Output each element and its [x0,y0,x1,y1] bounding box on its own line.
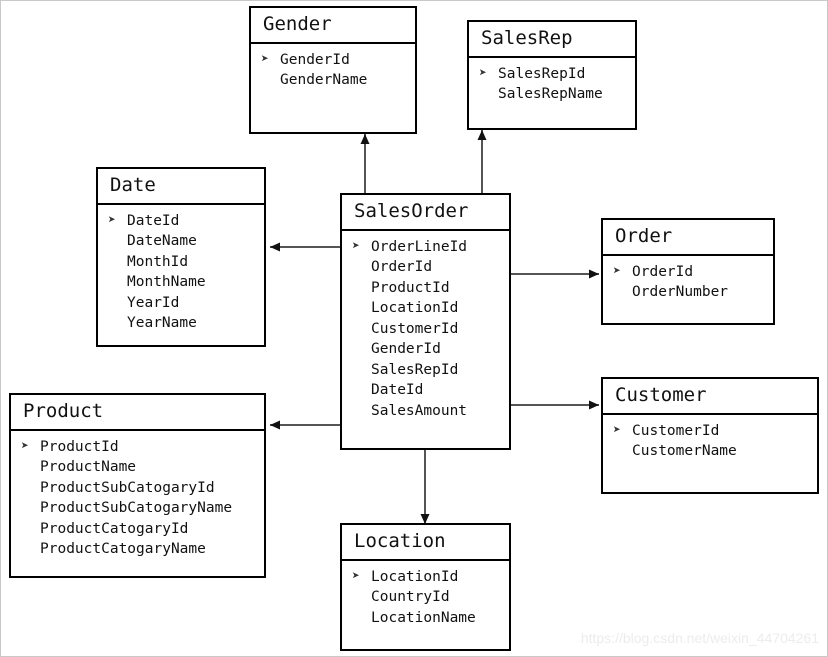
field-label: OrderId [632,263,694,280]
field-row: GenderName [261,70,415,91]
entity-product[interactable]: Product ➤ ProductId ProductName ProductS… [9,393,266,578]
entity-customer[interactable]: Customer ➤ CustomerId CustomerName [601,377,819,494]
primary-key-icon: ➤ [479,65,487,81]
field-label: LocationName [371,609,476,626]
entity-date-fields: ➤ DateId DateName MonthId MonthName Year… [98,205,264,340]
entity-salesrep[interactable]: SalesRep ➤ SalesRepId SalesRepName [467,20,637,130]
field-row: ➤ SalesRepId [479,64,635,85]
field-row: SalesRepName [479,84,635,105]
entity-date[interactable]: Date ➤ DateId DateName MonthId MonthName… [96,167,266,347]
erd-diagram-canvas: Gender ➤ GenderId GenderName SalesRep ➤ … [0,0,828,657]
field-row: ➤ OrderId [613,262,773,283]
field-label: SalesRepId [371,361,459,378]
entity-date-title: Date [98,169,264,205]
field-label: DateName [127,233,197,250]
watermark-text: https://blog.csdn.net/weixin_44704261 [580,630,819,646]
field-row: ➤ DateId [108,211,264,232]
field-label: OrderId [371,259,433,276]
entity-order-title: Order [603,220,773,256]
primary-key-icon: ➤ [352,568,360,584]
field-row: GenderId [352,339,509,360]
field-label: ProductSubCatogaryId [40,479,215,496]
field-row: DateName [108,231,264,252]
field-row: ProductCatogaryId [21,519,264,540]
field-row: CustomerId [352,319,509,340]
field-label: MonthId [127,253,189,270]
entity-salesorder-title: SalesOrder [342,195,509,231]
field-label: LocationId [371,300,459,317]
entity-salesorder-fields: ➤ OrderLineId OrderId ProductId Location… [342,231,509,428]
field-row: MonthId [108,252,264,273]
field-label: CustomerId [371,320,459,337]
field-label: GenderId [371,341,441,358]
field-label: CustomerName [632,443,737,460]
field-label: ProductId [40,438,119,455]
entity-product-title: Product [11,395,264,431]
field-label: SalesRepName [498,86,603,103]
field-label: CountryId [371,589,450,606]
field-label: YearId [127,294,180,311]
field-label: DateId [127,212,180,229]
entity-location[interactable]: Location ➤ LocationId CountryId Location… [340,523,511,651]
field-row: OrderId [352,257,509,278]
field-row: CustomerName [613,441,817,462]
primary-key-icon: ➤ [613,422,621,438]
field-row: CountryId [352,587,509,608]
entity-gender-fields: ➤ GenderId GenderName [251,44,415,97]
field-row: MonthName [108,272,264,293]
primary-key-icon: ➤ [108,212,116,228]
field-label: CustomerId [632,422,720,439]
primary-key-icon: ➤ [21,438,29,454]
field-row: ➤ GenderId [261,50,415,71]
entity-salesrep-fields: ➤ SalesRepId SalesRepName [469,58,635,111]
field-label: ProductSubCatogaryName [40,500,233,517]
entity-gender-title: Gender [251,8,415,44]
field-row: ➤ ProductId [21,437,264,458]
field-row: ProductSubCatogaryId [21,478,264,499]
field-label: ProductId [371,279,450,296]
entity-order[interactable]: Order ➤ OrderId OrderNumber [601,218,775,325]
entity-location-fields: ➤ LocationId CountryId LocationName [342,561,509,635]
field-row: DateId [352,380,509,401]
field-label: OrderLineId [371,238,468,255]
field-label: OrderNumber [632,284,729,301]
entity-salesorder[interactable]: SalesOrder ➤ OrderLineId OrderId Product… [340,193,511,450]
field-row: ProductSubCatogaryName [21,498,264,519]
field-row: ➤ OrderLineId [352,237,509,258]
primary-key-icon: ➤ [352,238,360,254]
entity-gender[interactable]: Gender ➤ GenderId GenderName [249,6,417,134]
entity-customer-fields: ➤ CustomerId CustomerName [603,415,817,468]
field-label: ProductName [40,459,137,476]
field-row: LocationName [352,608,509,629]
entity-product-fields: ➤ ProductId ProductName ProductSubCatoga… [11,431,264,566]
field-label: SalesRepId [498,65,586,82]
field-row: LocationId [352,298,509,319]
field-label: LocationId [371,568,459,585]
field-label: ProductCatogaryName [40,541,206,558]
field-label: SalesAmount [371,402,468,419]
primary-key-icon: ➤ [613,263,621,279]
field-row: SalesRepId [352,360,509,381]
field-row: YearName [108,313,264,334]
entity-salesrep-title: SalesRep [469,22,635,58]
primary-key-icon: ➤ [261,51,269,67]
entity-order-fields: ➤ OrderId OrderNumber [603,256,773,309]
field-row: OrderNumber [613,282,773,303]
field-label: MonthName [127,274,206,291]
field-label: DateId [371,382,424,399]
field-label: ProductCatogaryId [40,520,189,537]
field-row: ➤ CustomerId [613,421,817,442]
field-label: YearName [127,315,197,332]
field-label: GenderName [280,72,368,89]
field-row: ProductName [21,457,264,478]
entity-location-title: Location [342,525,509,561]
field-row: SalesAmount [352,401,509,422]
field-row: ProductCatogaryName [21,539,264,560]
field-row: ➤ LocationId [352,567,509,588]
field-row: YearId [108,293,264,314]
entity-customer-title: Customer [603,379,817,415]
field-label: GenderId [280,51,350,68]
field-row: ProductId [352,278,509,299]
